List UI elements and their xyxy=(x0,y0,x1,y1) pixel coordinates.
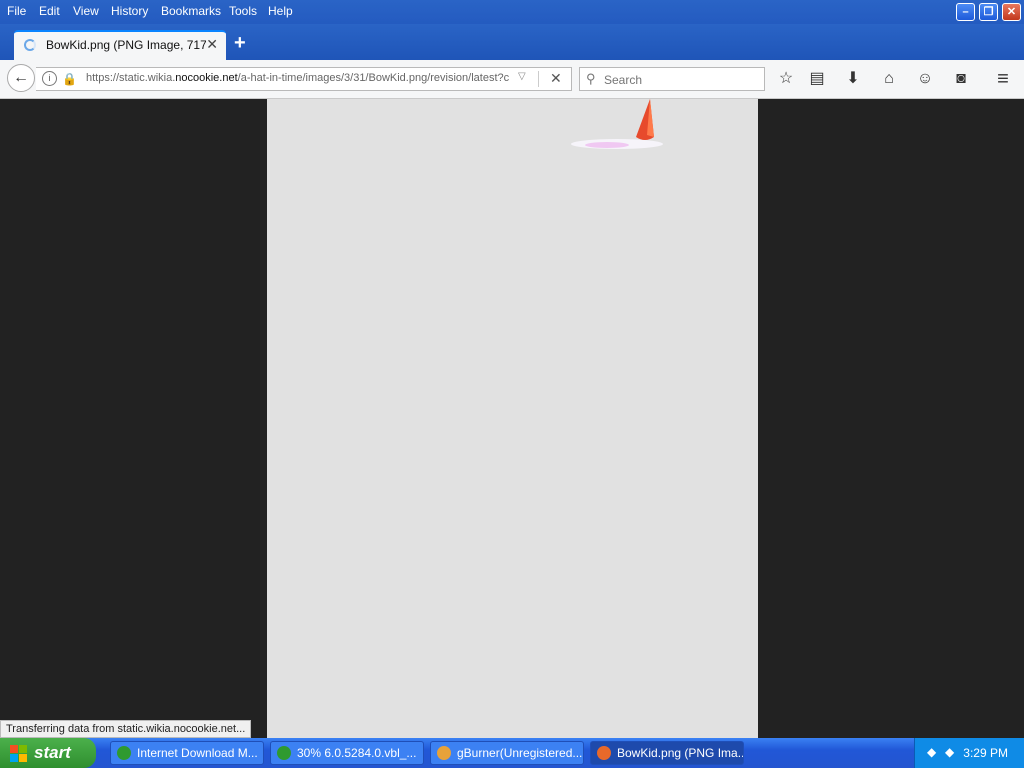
back-button[interactable]: ← xyxy=(7,64,35,92)
task-label: gBurner(Unregistered... xyxy=(457,746,583,760)
url-prefix: https://static.wikia. xyxy=(86,72,176,84)
url-host: nocookie.net xyxy=(175,72,238,84)
image-fragment-pink xyxy=(585,142,629,148)
pocket-icon[interactable]: ◙ xyxy=(950,68,972,90)
task-gburner[interactable]: gBurner(Unregistered... xyxy=(430,741,584,765)
menu-history[interactable]: History xyxy=(111,4,148,18)
task-download-progress[interactable]: 30% 6.0.5284.0.vbl_... xyxy=(270,741,424,765)
navigation-bar: ← i 🔒 https://static.wikia.nocookie.net/… xyxy=(0,60,1024,99)
site-info-icon[interactable]: i xyxy=(42,71,57,86)
loading-throbber-icon xyxy=(24,39,36,51)
smiley-icon[interactable]: ☺ xyxy=(914,68,936,90)
menu-tools[interactable]: Tools xyxy=(229,4,257,18)
task-firefox-bowkid[interactable]: BowKid.png (PNG Ima... xyxy=(590,741,744,765)
url-divider xyxy=(538,71,539,87)
restore-button[interactable]: ❐ xyxy=(979,3,998,21)
url-path: /a-hat-in-time/images/3/31/BowKid.png/re… xyxy=(237,72,510,84)
network-tray-icon[interactable]: ◆ xyxy=(927,745,941,759)
menu-help[interactable]: Help xyxy=(268,4,293,18)
idm-icon xyxy=(117,746,131,760)
url-text[interactable]: https://static.wikia.nocookie.net/a-hat-… xyxy=(86,72,526,84)
windows-flag-icon xyxy=(10,745,27,762)
tab-close-icon[interactable]: ✕ xyxy=(206,36,218,53)
start-button[interactable]: start xyxy=(0,738,96,768)
search-box[interactable]: ⚲ xyxy=(579,67,765,91)
page-content xyxy=(0,99,1024,738)
url-dropdown-icon[interactable]: ▽ xyxy=(518,71,526,82)
menu-bar: File Edit View History Bookmarks Tools H… xyxy=(0,0,1024,24)
url-bar[interactable]: i 🔒 https://static.wikia.nocookie.net/a-… xyxy=(36,67,572,91)
task-label: Internet Download M... xyxy=(137,746,258,760)
lock-icon[interactable]: 🔒 xyxy=(62,72,77,86)
system-tray: ◆ ◆ 3:29 PM xyxy=(914,738,1024,768)
idm-progress-icon xyxy=(277,746,291,760)
loading-image xyxy=(267,99,758,738)
tab-strip: BowKid.png (PNG Image, 717 ... ✕ + xyxy=(0,24,1024,60)
home-icon[interactable]: ⌂ xyxy=(878,68,900,90)
menu-edit[interactable]: Edit xyxy=(39,4,60,18)
task-internet-download-manager[interactable]: Internet Download M... xyxy=(110,741,264,765)
search-input[interactable] xyxy=(602,70,762,90)
firefox-icon xyxy=(597,746,611,760)
search-icon: ⚲ xyxy=(586,71,596,86)
minimize-button[interactable]: – xyxy=(956,3,975,21)
tab-bowkid[interactable]: BowKid.png (PNG Image, 717 ... ✕ xyxy=(14,30,226,60)
reading-list-icon[interactable]: ▤ xyxy=(806,68,828,90)
download-tray-icon[interactable]: ◆ xyxy=(945,745,959,759)
menu-view[interactable]: View xyxy=(73,4,99,18)
menu-bookmarks[interactable]: Bookmarks xyxy=(161,4,221,18)
task-label: 30% 6.0.5284.0.vbl_... xyxy=(297,746,417,760)
menu-icon[interactable]: ≡ xyxy=(992,68,1014,90)
status-bar: Transferring data from static.wikia.noco… xyxy=(0,720,252,738)
task-label: BowKid.png (PNG Ima... xyxy=(617,746,744,760)
partial-image-drawing xyxy=(571,99,663,149)
stop-loading-button[interactable]: ✕ xyxy=(550,70,562,87)
menu-file[interactable]: File xyxy=(7,4,26,18)
clock[interactable]: 3:29 PM xyxy=(963,746,1008,760)
taskbar: start Internet Download M... 30% 6.0.528… xyxy=(0,738,1024,768)
star-icon[interactable]: ☆ xyxy=(775,68,797,90)
tab-title: BowKid.png (PNG Image, 717 ... xyxy=(46,38,206,52)
start-label: start xyxy=(34,743,71,762)
close-window-button[interactable]: ✕ xyxy=(1002,3,1021,21)
new-tab-button[interactable]: + xyxy=(234,33,246,53)
gburner-icon xyxy=(437,746,451,760)
download-icon[interactable]: ⬇ xyxy=(842,68,864,90)
